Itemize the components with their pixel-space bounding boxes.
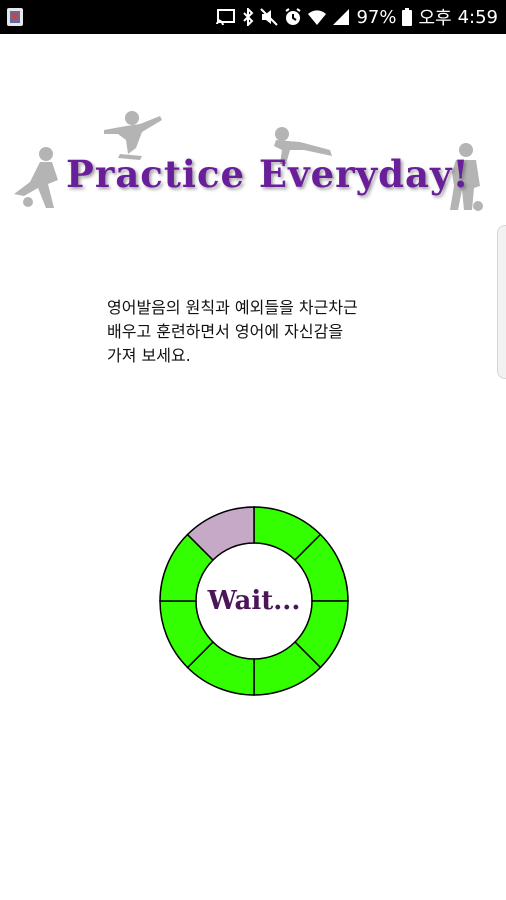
bluetooth-icon xyxy=(243,8,254,26)
cast-icon xyxy=(216,9,236,25)
status-bar: 97% 오후 4:59 xyxy=(0,0,506,34)
description-line: 가져 보세요. xyxy=(107,346,191,365)
edge-panel-handle[interactable] xyxy=(497,225,506,379)
clock-ampm: 오후 xyxy=(418,8,452,29)
description-text: 영어발음의 원칙과 예외들을 차근차근 배우고 훈련하면서 영어에 자신감을 가… xyxy=(107,296,427,368)
mute-icon xyxy=(260,8,279,26)
banner: Practice Everyday! xyxy=(0,110,506,220)
description-line: 배우고 훈련하면서 영어에 자신감을 xyxy=(107,322,344,341)
wifi-icon xyxy=(308,10,327,25)
loading-indicator: Wait... xyxy=(158,502,350,700)
battery-percent: 97% xyxy=(356,6,397,28)
alarm-icon xyxy=(285,8,301,25)
soccer-player-icon xyxy=(14,147,58,208)
signal-icon xyxy=(333,9,350,25)
wait-label: Wait... xyxy=(207,586,301,616)
clock-time: 4:59 xyxy=(457,6,498,28)
battery-icon xyxy=(402,8,413,26)
app-icon xyxy=(7,8,23,26)
description-line: 영어발음의 원칙과 예외들을 차근차근 xyxy=(107,298,358,317)
banner-title: Practice Everyday! xyxy=(66,152,470,196)
